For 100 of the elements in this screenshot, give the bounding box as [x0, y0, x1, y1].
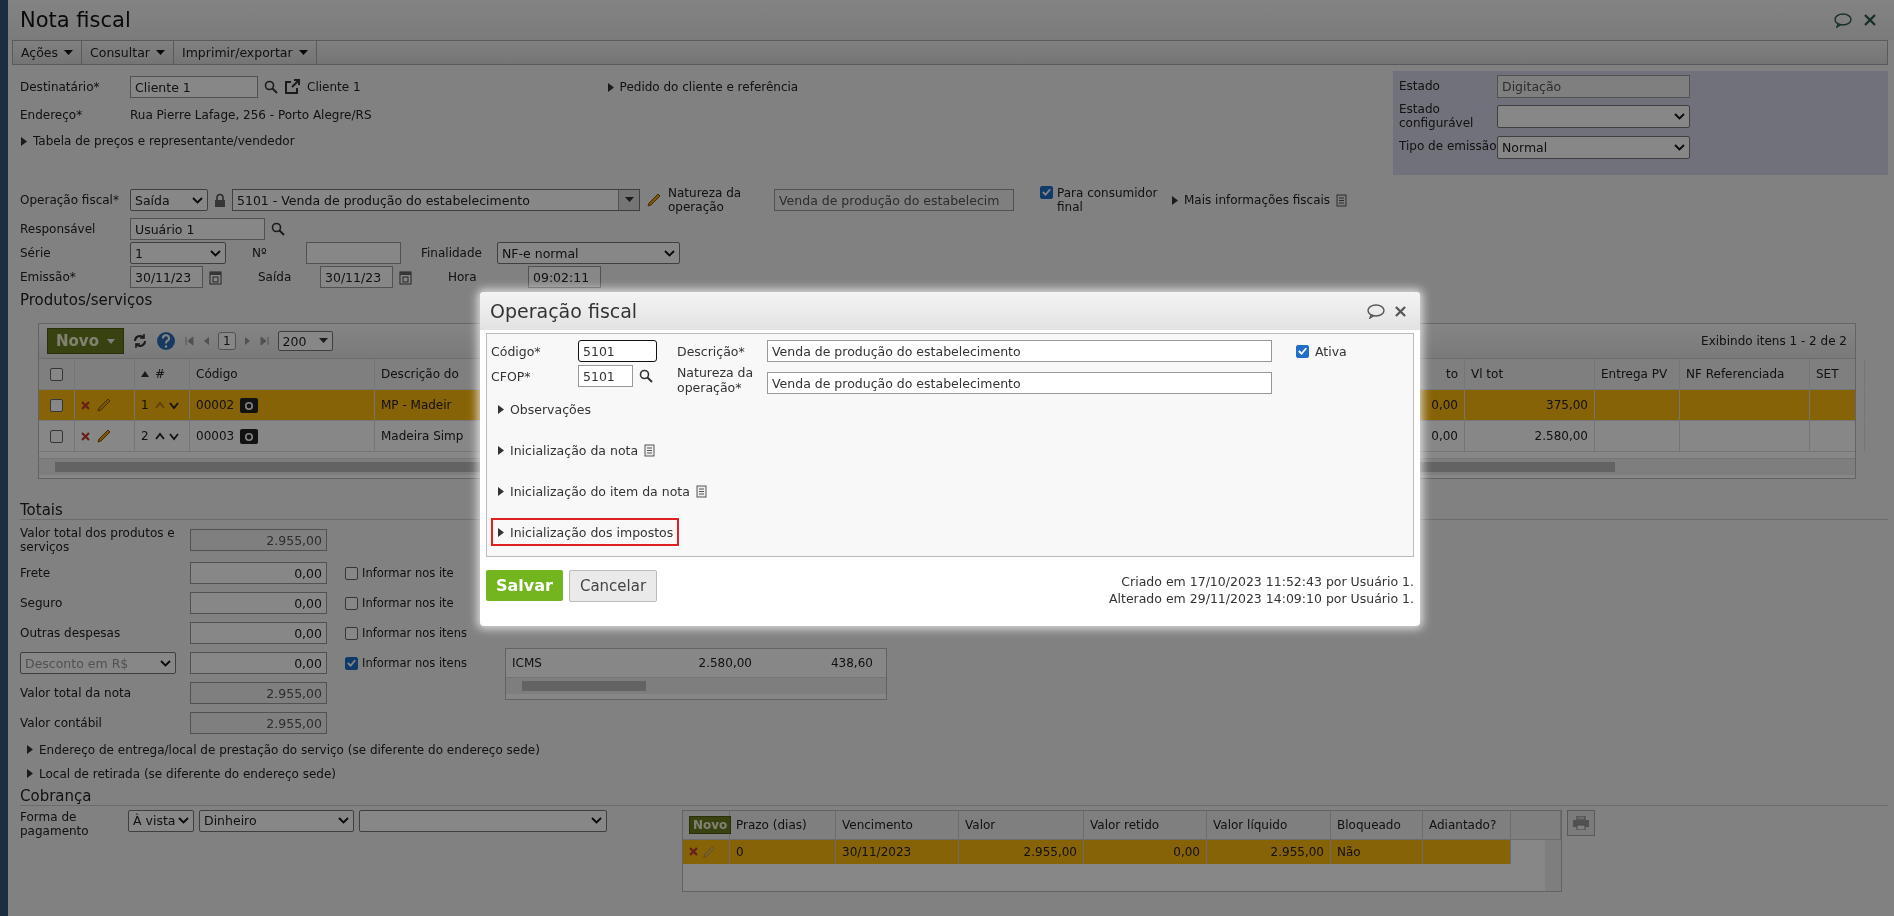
last-page-icon[interactable] — [259, 336, 270, 346]
inform-items-checkbox[interactable] — [345, 566, 358, 580]
column-header[interactable]: Valor líquido — [1207, 810, 1331, 839]
number-field[interactable] — [306, 242, 401, 264]
document-icon[interactable] — [1336, 193, 1348, 207]
pencil-icon[interactable] — [646, 192, 662, 208]
description-field[interactable]: Venda de produção do estabelecimento — [767, 340, 1272, 362]
price-table-link[interactable]: Tabela de preços e representante/vendedor — [33, 134, 295, 148]
delete-icon[interactable] — [81, 400, 90, 410]
row-checkbox[interactable] — [50, 398, 63, 412]
page-number[interactable]: 1 — [217, 332, 236, 350]
expand-triangle-icon[interactable] — [497, 527, 504, 537]
payment-method-select[interactable]: Dinheiro — [199, 809, 354, 832]
refresh-icon[interactable] — [131, 333, 148, 349]
payment-detail-select[interactable] — [359, 809, 607, 832]
exit-date-field[interactable]: 30/11/23 — [320, 266, 393, 288]
caret-icon — [1674, 143, 1685, 151]
client-link[interactable]: Cliente 1 — [307, 80, 361, 94]
column-header[interactable]: Valor retido — [1084, 810, 1207, 839]
first-page-icon[interactable] — [183, 336, 194, 346]
expand-link[interactable]: Local de retirada (se diferente do endereço sede) — [39, 766, 337, 781]
column-header[interactable]: Vl tot — [1465, 359, 1595, 389]
column-header[interactable]: Bloqueado — [1331, 810, 1423, 839]
chat-icon[interactable] — [1834, 12, 1852, 28]
column-header[interactable]: Código — [190, 359, 375, 389]
page-size-select[interactable]: 200 — [277, 331, 333, 351]
inform-items-checkbox[interactable] — [345, 626, 358, 640]
external-link-icon[interactable] — [284, 79, 301, 95]
expand-triangle-icon[interactable] — [497, 445, 504, 455]
audit-text: Alterado em 29/11/2023 14:09:10 por Usuário 1. — [1108, 591, 1414, 606]
document-icon[interactable] — [695, 484, 707, 498]
time-field[interactable]: 09:02:11 — [528, 266, 601, 288]
cfop-field[interactable]: 5101 — [578, 365, 633, 387]
delete-icon[interactable] — [81, 431, 90, 441]
amount-field[interactable]: 0,00 — [190, 652, 327, 675]
code-field[interactable]: 5101 — [578, 340, 657, 362]
column-header[interactable]: Entrega PV — [1595, 359, 1680, 389]
section-link[interactable]: Observações — [510, 401, 591, 417]
row-checkbox[interactable] — [50, 429, 63, 443]
document-icon[interactable] — [644, 443, 656, 457]
pencil-icon[interactable] — [96, 428, 112, 444]
menu-button[interactable]: Ações — [13, 41, 83, 64]
search-icon[interactable] — [639, 369, 653, 383]
cancel-button[interactable]: Cancelar — [568, 570, 658, 602]
new-button[interactable]: Novo — [689, 815, 732, 834]
field-label: Estado configurável — [1399, 103, 1475, 131]
status-select[interactable] — [1497, 105, 1690, 129]
calendar-icon[interactable] — [209, 269, 222, 285]
issue-date-field[interactable]: 30/11/23 — [130, 266, 203, 288]
delete-icon[interactable] — [689, 847, 698, 857]
expand-triangle-icon[interactable] — [497, 486, 504, 496]
field-label: Valor total dos produtos e serviços — [20, 526, 176, 555]
more-tax-info-link[interactable]: Mais informações fiscais — [1184, 193, 1331, 207]
column-header[interactable]: SET — [1810, 359, 1865, 389]
vertical-scrollbar[interactable] — [1545, 839, 1561, 891]
camera-icon[interactable] — [240, 428, 259, 444]
column-header[interactable]: NF Referenciada — [1680, 359, 1810, 389]
payment-terms-select[interactable]: À vista — [128, 809, 194, 832]
calendar-icon[interactable] — [399, 269, 412, 285]
series-select[interactable]: 1 — [130, 242, 226, 264]
close-icon[interactable] — [1864, 14, 1876, 26]
select-all-checkbox[interactable] — [50, 367, 63, 381]
section-link[interactable]: Inicialização dos impostos — [510, 524, 674, 540]
amount-field[interactable]: 0,00 — [190, 622, 327, 645]
menu-button[interactable]: Imprimir/exportar — [173, 41, 317, 64]
new-button[interactable]: Novo — [47, 328, 124, 354]
camera-icon[interactable] — [240, 397, 259, 413]
amount-field[interactable]: 0,00 — [190, 562, 327, 585]
horizontal-scrollbar[interactable] — [505, 677, 886, 694]
inform-items-checkbox[interactable] — [345, 596, 358, 610]
expand-link[interactable]: Endereço de entrega/local de prestação do serviço (se diferente do endereço sede) — [39, 742, 540, 757]
section-link[interactable]: Inicialização do item da nota — [510, 483, 690, 499]
inform-items-checkbox[interactable] — [345, 656, 358, 670]
column-header[interactable]: Prazo (dias) — [730, 810, 836, 839]
client-field[interactable]: Cliente 1 — [130, 76, 258, 98]
close-icon[interactable] — [1395, 305, 1406, 317]
order-reference-link[interactable]: Pedido do cliente e referência — [619, 80, 799, 94]
operation-type-select[interactable]: Saída — [130, 189, 208, 211]
field-label: Hora — [448, 270, 478, 284]
save-button[interactable]: Salvar — [486, 570, 563, 601]
column-header[interactable]: Adiantado? — [1423, 810, 1511, 839]
pencil-icon[interactable] — [96, 397, 112, 413]
column-header[interactable]: # — [135, 359, 190, 389]
menu-button[interactable]: Consultar — [82, 41, 174, 64]
chat-icon[interactable] — [1367, 303, 1385, 319]
next-page-icon[interactable] — [243, 336, 252, 346]
print-button[interactable] — [1567, 809, 1595, 836]
column-header[interactable]: Valor — [959, 810, 1084, 839]
column-header[interactable]: Vencimento — [836, 810, 959, 839]
nature-field[interactable]: Venda de produção do estabelecimento — [767, 372, 1272, 394]
purpose-select[interactable]: NF-e normal — [497, 242, 680, 264]
amount-field[interactable]: 0,00 — [190, 592, 327, 615]
final-consumer-checkbox[interactable] — [1040, 185, 1053, 199]
table-row[interactable]: 0 30/11/2023 2.955,00 0,00 2.955,00 Não — [683, 839, 1511, 864]
status-select[interactable]: Normal — [1497, 135, 1690, 159]
operation-combo[interactable]: 5101 - Venda de produção do estabelecimento — [232, 189, 640, 211]
expand-triangle-icon[interactable] — [497, 404, 504, 414]
help-icon[interactable] — [155, 331, 176, 351]
responsible-field[interactable]: Usuário 1 — [130, 218, 265, 240]
active-checkbox[interactable] — [1296, 344, 1309, 358]
